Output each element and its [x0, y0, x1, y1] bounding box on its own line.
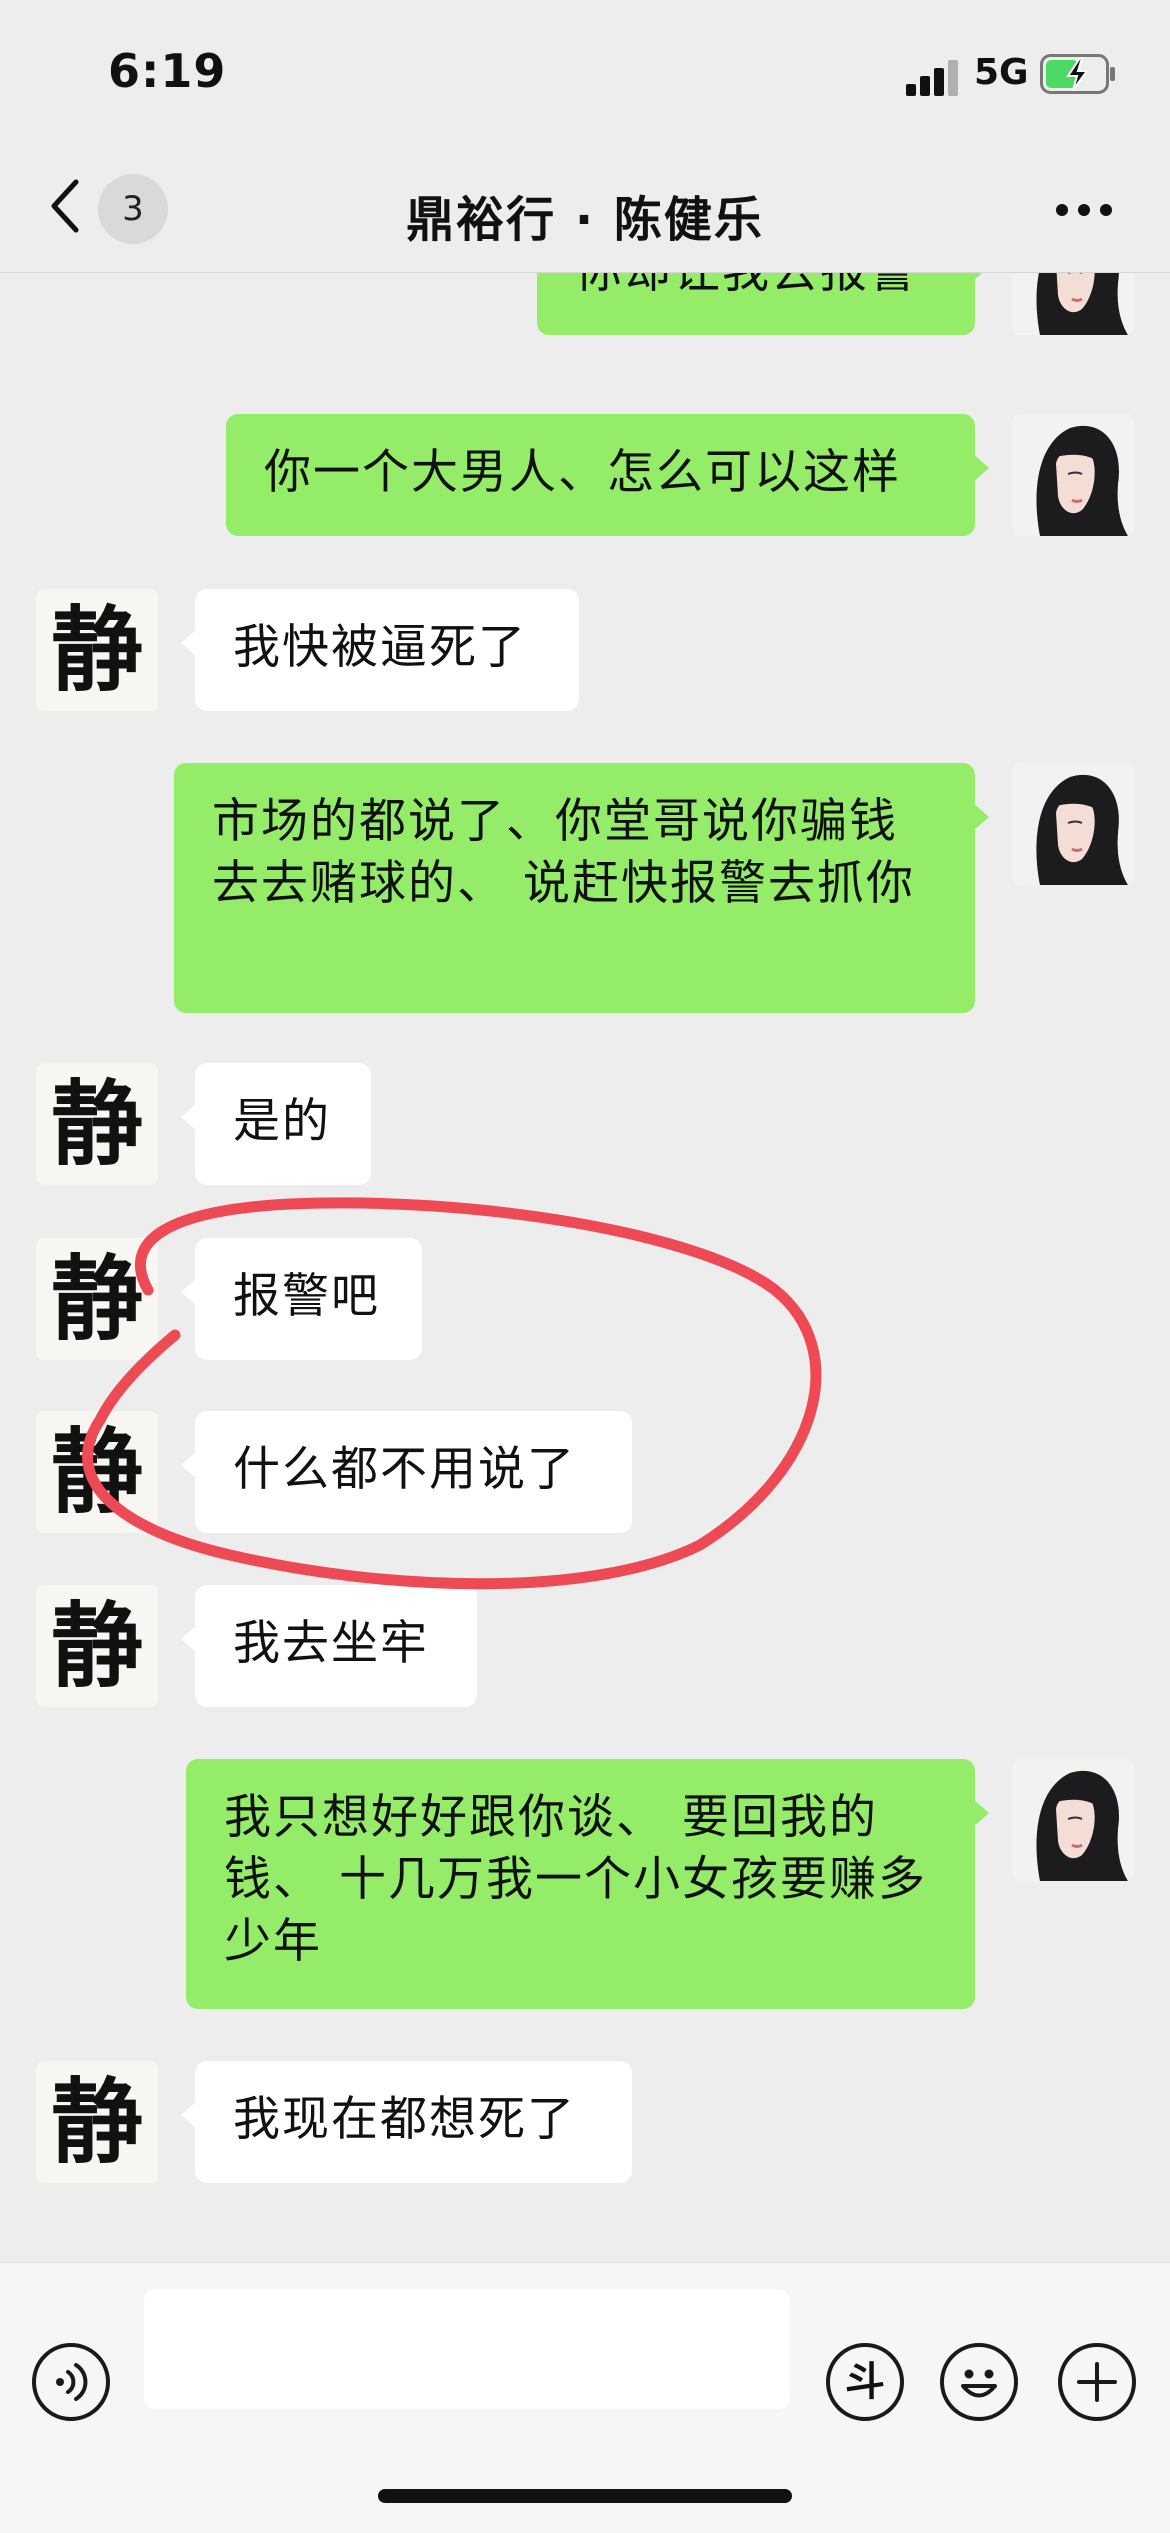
avatar-calligraphy: 静: [50, 1418, 143, 1526]
message-text: 市场的都说了、你堂哥说你骗钱去去赌球的、 说赶快报警去抓你: [212, 794, 915, 911]
incoming-message-bubble[interactable]: 报警吧: [181, 1238, 422, 1360]
message-list[interactable]: 你却让我去报警你一个大男人、怎么可以这样静 我快被逼死了市场的都说了、你堂哥说你骗…: [0, 273, 1170, 2263]
plus-icon[interactable]: [1058, 2343, 1136, 2421]
message-text: 是的: [233, 1094, 331, 1149]
avatar-calligraphy: 静: [50, 1070, 143, 1178]
contact-avatar[interactable]: 静: [36, 1063, 158, 1185]
incoming-message-bubble[interactable]: 是的: [181, 1063, 371, 1185]
message-text: 我去坐牢: [233, 1616, 429, 1671]
chat-nav-bar: 3 鼎裕行 · 陈健乐: [0, 150, 1170, 273]
avatar-calligraphy: 静: [50, 1245, 143, 1353]
avatar-calligraphy: 静: [50, 2068, 143, 2176]
avatar-calligraphy: 静: [50, 596, 143, 704]
incoming-message-bubble[interactable]: 我去坐牢: [181, 1585, 477, 1707]
douyin-icon[interactable]: 斗: [826, 2343, 904, 2421]
incoming-message-bubble[interactable]: 我快被逼死了: [181, 589, 579, 711]
voice-icon[interactable]: [32, 2343, 110, 2421]
more-icon[interactable]: [1054, 202, 1114, 218]
message-text: 报警吧: [233, 1269, 380, 1324]
battery-icon: [1040, 54, 1115, 94]
my-avatar[interactable]: [1012, 1759, 1134, 1881]
chat-title: 鼎裕行 · 陈健乐: [406, 192, 764, 248]
outgoing-message-bubble[interactable]: 你却让我去报警: [537, 273, 989, 335]
outgoing-message-bubble[interactable]: 我只想好好跟你谈、 要回我的钱、 十几万我一个小女孩要赚多少年: [186, 1759, 989, 2009]
contact-avatar[interactable]: 静: [36, 589, 158, 711]
emoji-icon[interactable]: [940, 2343, 1018, 2421]
contact-avatar[interactable]: 静: [36, 2061, 158, 2183]
outgoing-message-bubble[interactable]: 你一个大男人、怎么可以这样: [226, 414, 989, 536]
message-input[interactable]: [144, 2289, 790, 2409]
message-text: 什么都不用说了: [233, 1442, 576, 1497]
message-text: 你一个大男人、怎么可以这样: [264, 445, 901, 500]
message-text: 我只想好好跟你谈、 要回我的钱、 十几万我一个小女孩要赚多少年: [224, 1790, 927, 1969]
network-type: 5G: [974, 52, 1029, 93]
contact-avatar[interactable]: 静: [36, 1238, 158, 1360]
my-avatar[interactable]: [1012, 414, 1134, 536]
my-avatar[interactable]: [1012, 273, 1134, 335]
contact-avatar[interactable]: 静: [36, 1411, 158, 1533]
home-indicator: [378, 2489, 792, 2503]
status-bar: 6:19 5G: [0, 0, 1170, 150]
outgoing-message-bubble[interactable]: 市场的都说了、你堂哥说你骗钱去去赌球的、 说赶快报警去抓你: [174, 763, 989, 1013]
signal-icon: [906, 60, 958, 96]
avatar-calligraphy: 静: [50, 1592, 143, 1700]
my-avatar[interactable]: [1012, 763, 1134, 885]
incoming-message-bubble[interactable]: 什么都不用说了: [181, 1411, 632, 1533]
incoming-message-bubble[interactable]: 我现在都想死了: [181, 2061, 632, 2183]
message-text: 我现在都想死了: [233, 2092, 576, 2147]
message-text: 你却让我去报警: [575, 273, 918, 299]
message-text: 我快被逼死了: [233, 620, 527, 675]
contact-avatar[interactable]: 静: [36, 1585, 158, 1707]
status-time: 6:19: [108, 44, 227, 98]
